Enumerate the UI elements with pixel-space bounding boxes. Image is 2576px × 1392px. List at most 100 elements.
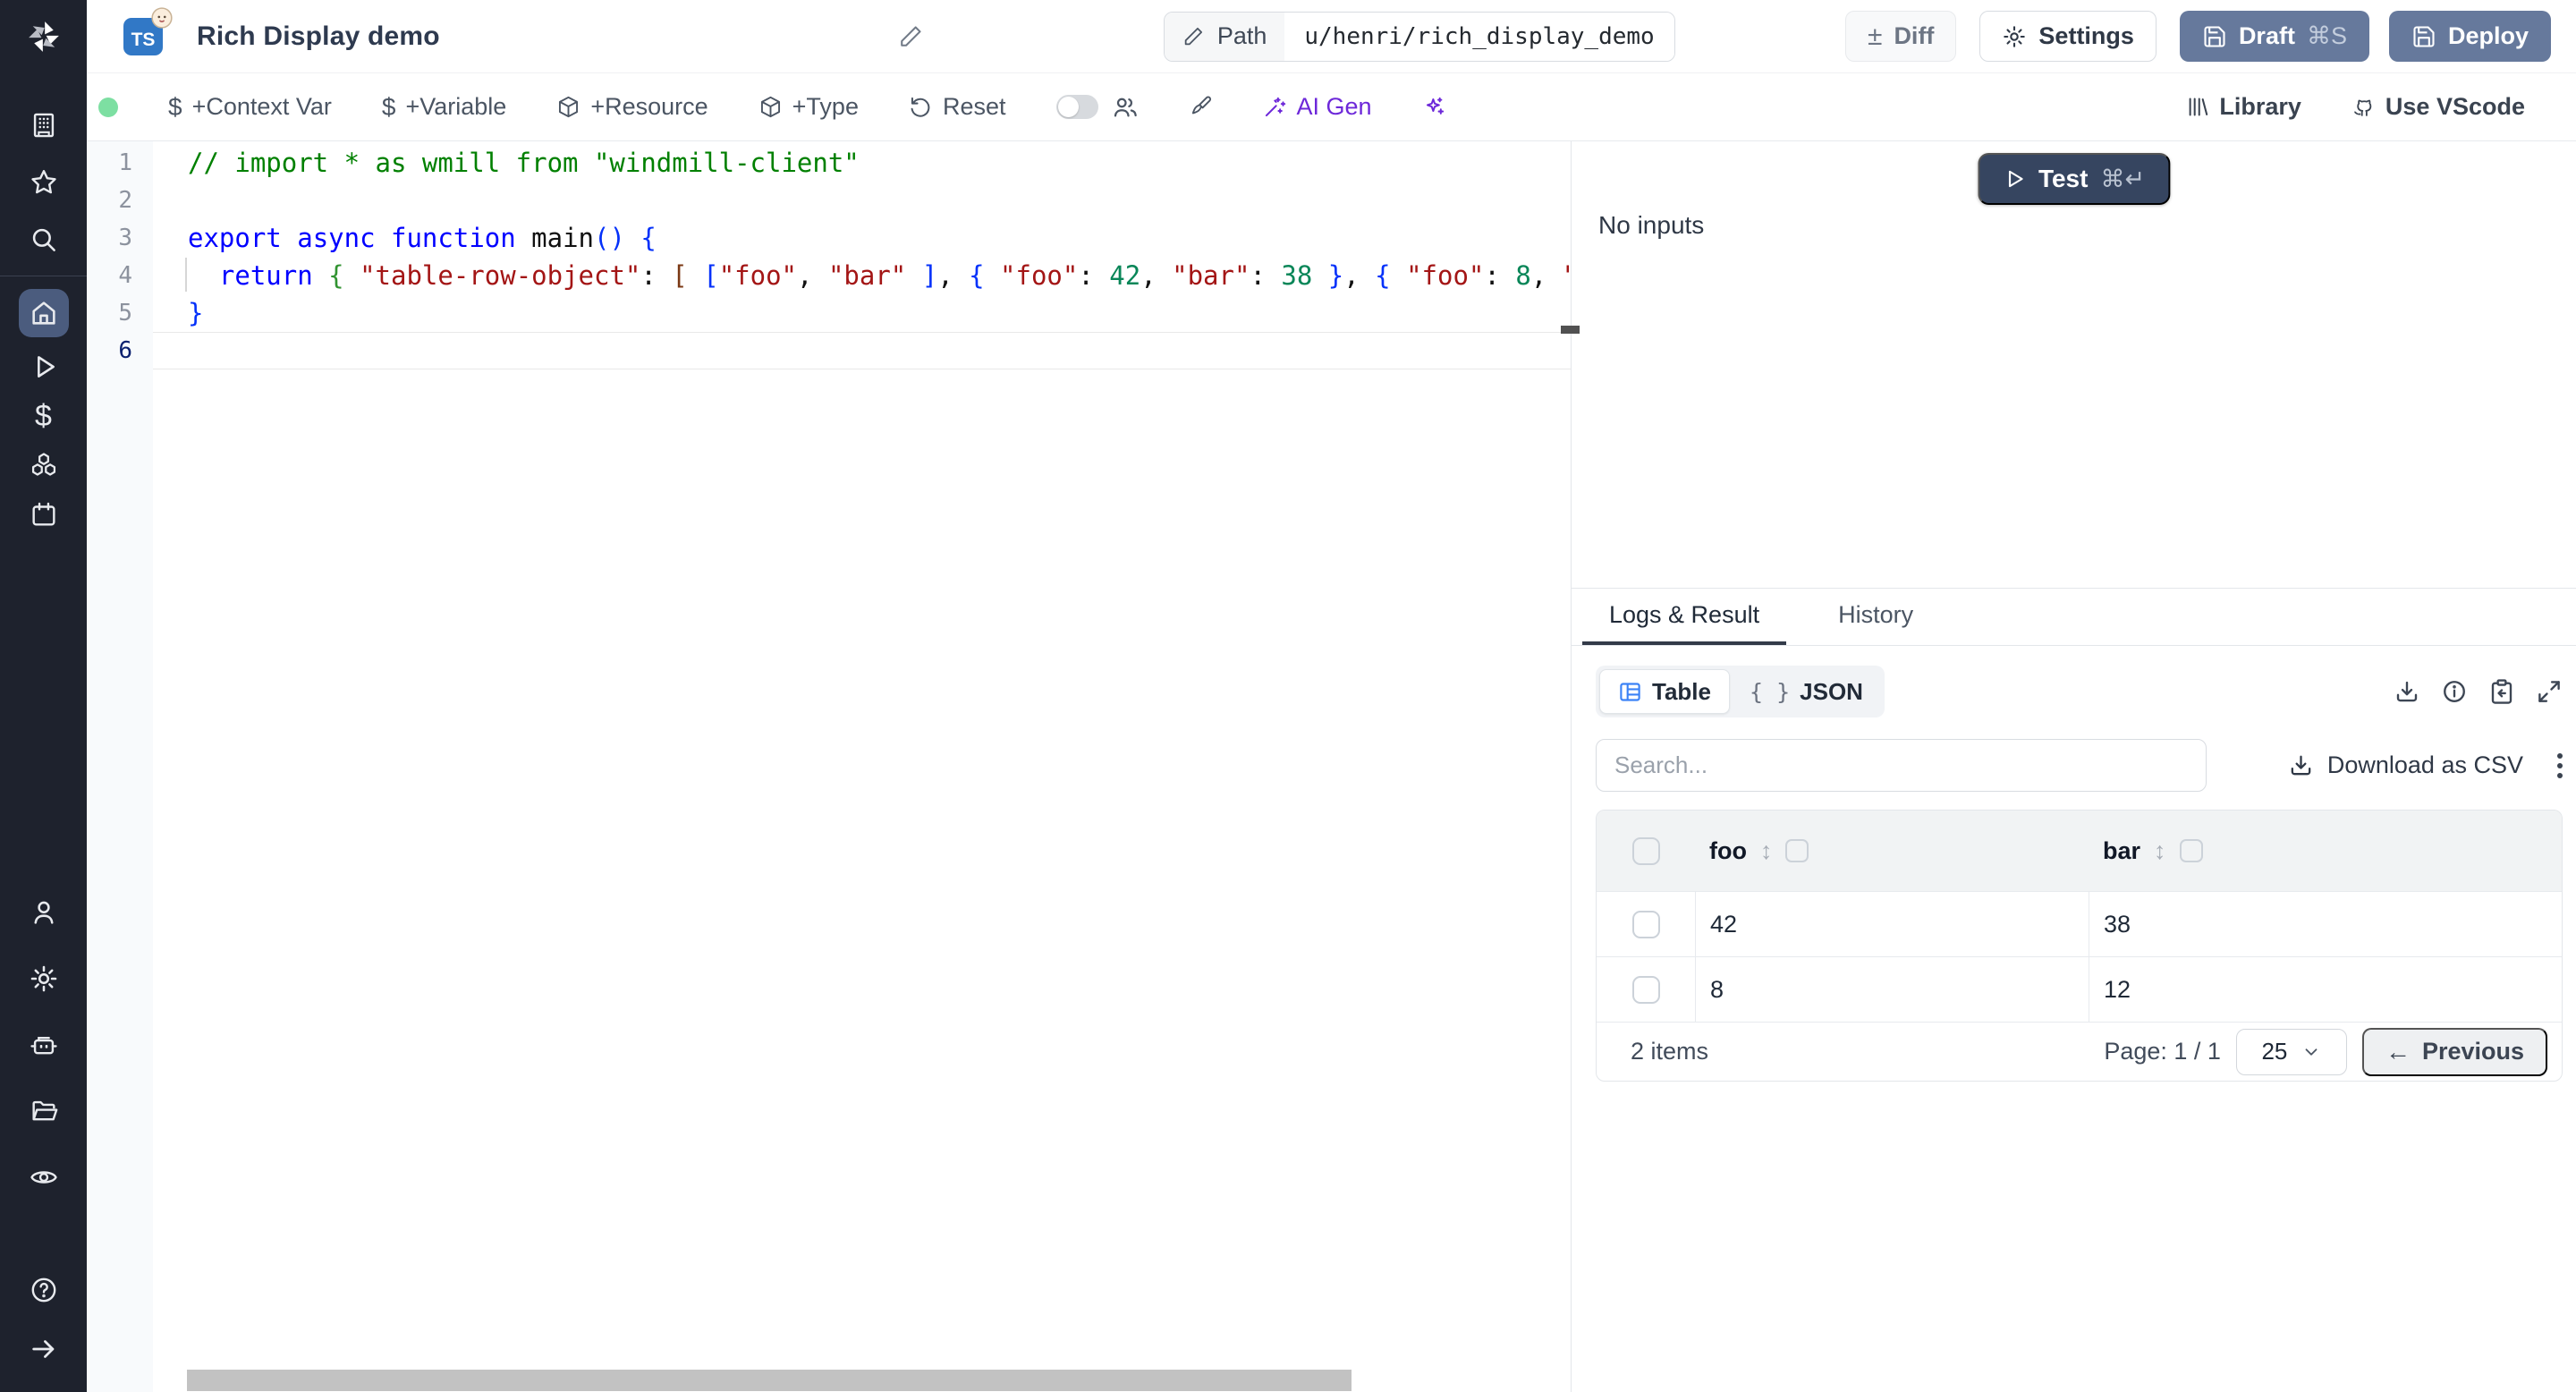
table-body: 4238812 [1597,891,2562,1022]
code-line: export async function main() { [153,219,1571,257]
path-field[interactable]: Path u/henri/rich_display_demo [1164,12,1675,62]
settings-gear-icon[interactable] [24,959,64,998]
draft-shortcut: ⌘S [2307,22,2347,50]
variables-dollar-icon[interactable]: $ [24,396,64,436]
add-variable-button[interactable]: $ +Variable [382,93,506,122]
arrow-left-icon: ← [2385,1038,2411,1066]
runs-play-icon[interactable] [24,347,64,386]
view-table-option[interactable]: Table [1599,669,1730,714]
code-lines: // import * as wmill from "windmill-clie… [153,141,1571,1392]
sort-bar-icon[interactable]: ↕ [2154,837,2166,865]
no-inputs-label: No inputs [1598,211,1704,240]
sidebar: $ [0,0,87,1392]
info-icon[interactable] [2441,678,2468,705]
search-icon[interactable] [24,220,64,259]
code-editor[interactable]: 123456 // import * as wmill from "windmi… [87,141,1572,1392]
previous-page-button[interactable]: ← Previous [2362,1028,2547,1076]
horizontal-scrollbar[interactable] [187,1370,1352,1391]
use-vscode-button[interactable]: Use VScode [2351,93,2525,121]
package-icon [758,95,783,119]
collab-group [1056,94,1139,121]
run-section: Test ⌘↵ No inputs [1572,141,2576,589]
dollar-icon: $ [168,93,182,122]
add-context-var-button[interactable]: $ +Context Var [168,93,332,122]
settings-button[interactable]: Settings [1979,11,2157,62]
copy-to-clipboard-icon[interactable] [2488,678,2515,705]
indent-guide [185,258,187,292]
emoji-face-icon [150,6,174,35]
audit-eye-icon[interactable] [24,1158,64,1197]
sort-foo-icon[interactable]: ↕ [1760,837,1773,865]
download-icon [2288,752,2314,778]
row-checkbox[interactable] [1632,976,1660,1004]
items-count: 2 items [1631,1038,1708,1065]
tab-history[interactable]: History [1811,589,1940,645]
code-line [153,332,1571,369]
deploy-button[interactable]: Deploy [2389,11,2551,62]
folders-icon[interactable] [24,1091,64,1131]
chevron-down-icon [2301,1042,2321,1062]
format-button[interactable] [1189,95,1213,119]
overview-ruler-cursor-mark [1561,326,1580,334]
magic-wand-icon [1263,95,1287,119]
sidebar-top-group [24,106,64,259]
select-all-checkbox[interactable] [1632,837,1660,865]
expand-sidebar-icon[interactable] [24,1329,64,1369]
download-csv-button[interactable]: Download as CSV [2288,751,2523,779]
workspaces-icon[interactable] [24,106,64,145]
table-cell: 8 [1695,957,2089,1022]
page-size-select[interactable]: 25 [2236,1029,2347,1075]
windmill-logo[interactable] [0,0,87,73]
path-label: Path [1165,13,1285,61]
edit-summary-pencil-icon[interactable] [898,23,924,49]
gutter: 123456 [87,141,153,1392]
paintbrush-icon [1189,95,1213,119]
tab-logs-result[interactable]: Logs & Result [1582,589,1786,645]
search-input[interactable] [1596,739,2207,792]
resources-cubes-icon[interactable] [24,446,64,485]
home-icon[interactable] [19,289,69,337]
view-json-option[interactable]: { } JSON [1732,669,1881,714]
schedules-calendar-icon[interactable] [24,495,64,534]
typescript-badge: TS [123,18,163,55]
sidebar-lower-group [24,893,64,1197]
table-cell: 42 [1695,892,2089,956]
sparkles-icon [1422,95,1446,119]
table-cell: 12 [2089,957,2562,1022]
users-icon [1112,94,1139,121]
test-button[interactable]: Test ⌘↵ [1978,153,2170,205]
table-header: foo ↕ bar ↕ [1597,811,2562,891]
diff-button[interactable]: ± Diff [1845,11,1956,62]
favorites-star-icon[interactable] [24,163,64,202]
sidebar-bottom-group [24,1270,64,1369]
library-button[interactable]: Library [2185,93,2301,121]
app-root: $ [0,0,2576,1392]
user-icon[interactable] [24,893,64,932]
expand-fullscreen-icon[interactable] [2536,678,2563,705]
code-line: // import * as wmill from "windmill-clie… [153,144,1571,182]
table-menu-kebab-icon[interactable] [2557,753,2563,778]
save-icon [2202,24,2227,49]
table-footer: 2 items Page: 1 / 1 25 ← Previous [1597,1022,2562,1081]
test-shortcut: ⌘↵ [2100,166,2145,193]
row-checkbox[interactable] [1632,911,1660,938]
right-panel: Test ⌘↵ No inputs Logs & Result History [1572,141,2576,1392]
add-resource-button[interactable]: +Resource [556,93,708,121]
reset-icon [909,95,933,119]
help-icon[interactable] [24,1270,64,1310]
ai-gen-button[interactable]: AI Gen [1263,93,1372,121]
table-row: 812 [1597,956,2562,1022]
sparkles-button[interactable] [1422,95,1446,119]
package-icon [556,95,580,119]
draft-button[interactable]: Draft ⌘S [2180,11,2369,62]
reset-button[interactable]: Reset [909,93,1006,121]
result-tabbar: Logs & Result History [1572,589,2576,646]
workers-robot-icon[interactable] [24,1025,64,1065]
bar-filter-box[interactable] [2180,839,2203,862]
multiplayer-toggle[interactable] [1056,95,1098,119]
code-line [153,182,1571,219]
add-type-button[interactable]: +Type [758,93,859,121]
download-result-icon[interactable] [2394,678,2420,705]
result-body: Table { } JSON [1572,646,2576,1082]
foo-filter-box[interactable] [1785,839,1809,862]
